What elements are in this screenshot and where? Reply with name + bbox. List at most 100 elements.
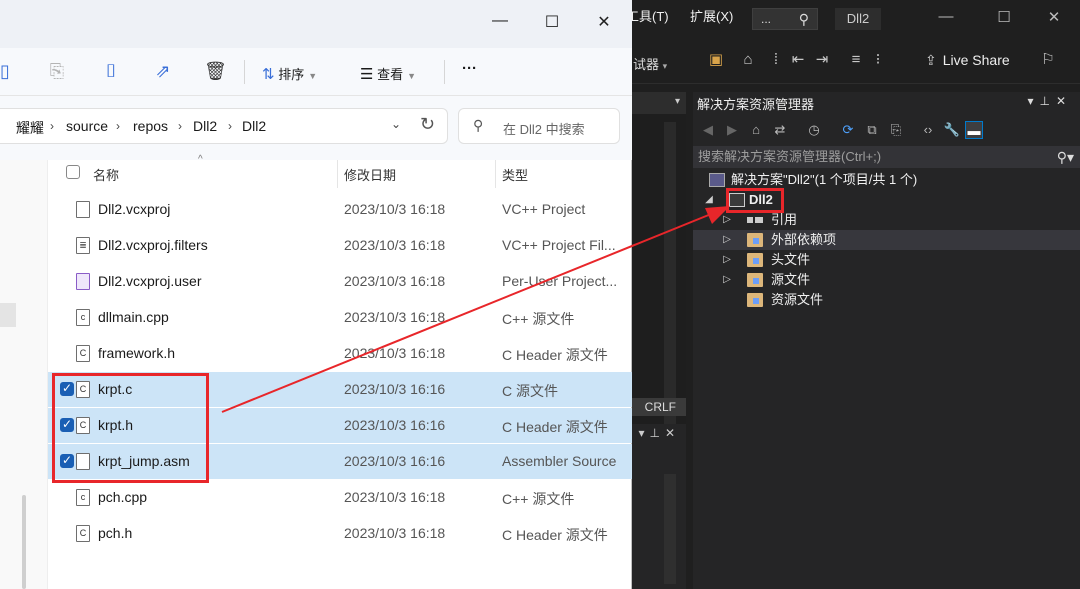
file-row[interactable]: Dll2.vcxproj.user 2023/10/3 16:18 Per-User…: [48, 264, 632, 299]
file-row[interactable]: c pch.cpp 2023/10/3 16:18 C++ 源文件: [48, 480, 632, 515]
explorer-titlebar: — ☐ ✕: [0, 0, 632, 48]
vs-search-box[interactable]: ... ⚲: [752, 8, 818, 30]
breadcrumb-item[interactable]: Dll2: [193, 118, 217, 134]
breadcrumb-item[interactable]: Dll2: [242, 118, 266, 134]
sort-button[interactable]: ⇅ 排序 ▼: [262, 64, 317, 83]
maximize-icon[interactable]: ☐: [994, 8, 1014, 26]
breadcrumb-item[interactable]: repos: [133, 118, 168, 134]
vs-user-icon: [76, 273, 90, 290]
column-divider[interactable]: [337, 160, 338, 188]
file-date: 2023/10/3 16:18: [344, 525, 446, 541]
chevron-right-icon[interactable]: ›: [50, 119, 54, 133]
file-row[interactable]: Cpch.h 2023/10/3 16:18 C Header 源文件: [48, 516, 632, 551]
solution-search-input[interactable]: 搜索解决方案资源管理器(Ctrl+;) ⚲▾: [693, 146, 1080, 168]
cpp-file-icon: c: [76, 309, 90, 326]
collapse-arrow-icon[interactable]: ◢: [703, 190, 715, 210]
open-folder-icon[interactable]: ▣: [706, 50, 726, 70]
nav-scrollbar[interactable]: [22, 495, 26, 589]
column-divider[interactable]: [495, 160, 496, 188]
chevron-down-icon[interactable]: ▾: [675, 96, 680, 107]
address-breadcrumb[interactable]: 耀耀 › source › repos › Dll2 › Dll2 ⌄ ↻: [0, 108, 448, 144]
minimize-icon[interactable]: —: [488, 12, 512, 30]
expand-arrow-icon[interactable]: ▷: [721, 250, 733, 270]
home-icon[interactable]: ⌂: [747, 121, 765, 139]
delete-icon[interactable]: 🗑: [204, 61, 227, 82]
select-all-checkbox[interactable]: [66, 165, 80, 179]
close-icon[interactable]: ✕: [592, 12, 616, 32]
paste-icon[interactable]: ⎘: [46, 61, 68, 82]
file-type: C Header 源文件: [502, 527, 608, 543]
nav-selected-item[interactable]: [0, 303, 16, 327]
file-date: 2023/10/3 16:16: [344, 453, 446, 469]
comment-icon[interactable]: ≡: [846, 50, 866, 70]
chevron-right-icon[interactable]: ›: [178, 119, 182, 133]
line-ending-indicator[interactable]: CRLF: [632, 398, 686, 416]
tree-solution[interactable]: 解决方案"Dll2"(1 个项目/共 1 个): [693, 170, 1080, 190]
solution-explorer: 解决方案资源管理器 ▾⊥✕ ◀ ▶ ⌂ ⇄ ◷ ⟳ ⧉ ⎘ ‹› 🔧 ▬ 搜索解…: [693, 92, 1080, 589]
menu-extensions[interactable]: 扩展(X): [690, 6, 733, 25]
tree-references[interactable]: ▷ 引用: [693, 210, 1080, 230]
panel-scrollbar[interactable]: [664, 474, 676, 584]
debugger-label: 试器: [633, 57, 660, 72]
view-button[interactable]: ☰ 查看 ▼: [360, 64, 416, 83]
file-name: pch.h: [98, 525, 133, 541]
filters-icon: ≣: [76, 237, 90, 254]
browser-icon[interactable]: ⌂: [738, 50, 758, 70]
chevron-down-icon[interactable]: ⌄: [391, 117, 401, 131]
tree-headers[interactable]: ▷ 头文件: [693, 250, 1080, 270]
feedback-icon[interactable]: ⚐: [1038, 50, 1058, 70]
tree-sources[interactable]: ▷ 源文件: [693, 270, 1080, 290]
sync-icon[interactable]: ⟳: [839, 121, 857, 139]
file-row[interactable]: ≣ Dll2.vcxproj.filters 2023/10/3 16:18 VC++…: [48, 228, 632, 263]
step-icon[interactable]: ⁞: [766, 50, 786, 70]
back-icon[interactable]: ◀: [699, 121, 717, 139]
column-date[interactable]: 修改日期: [344, 165, 396, 184]
file-row[interactable]: Dll2.vcxproj 2023/10/3 16:18 VC++ Project: [48, 192, 632, 227]
uncomment-icon[interactable]: ⁝: [868, 50, 888, 70]
breadcrumb-item[interactable]: source: [66, 118, 108, 134]
expand-arrow-icon[interactable]: ▷: [721, 270, 733, 290]
minimize-icon[interactable]: —: [936, 8, 956, 25]
column-type[interactable]: 类型: [502, 165, 528, 184]
folder-search-placeholder: 在 Dll2 中搜索: [503, 122, 585, 137]
view-code-icon[interactable]: ‹›: [919, 121, 937, 139]
rename-icon[interactable]: ⌷: [100, 61, 122, 82]
header-file-icon: C: [76, 525, 90, 542]
solution-icon: [709, 173, 725, 187]
breadcrumb-item[interactable]: 耀耀: [16, 118, 44, 138]
pending-changes-icon[interactable]: ◷: [805, 121, 823, 139]
panel-controls[interactable]: ▾⊥✕: [632, 426, 686, 446]
switch-views-icon[interactable]: ⇄: [771, 121, 789, 139]
panel-pin-controls[interactable]: ▾⊥✕: [1027, 94, 1072, 108]
header-file-icon: C: [76, 345, 90, 362]
file-row[interactable]: c dllmain.cpp 2023/10/3 16:18 C++ 源文件: [48, 300, 632, 335]
column-name[interactable]: 名称: [93, 165, 119, 184]
debugger-target[interactable]: 试器 ▾: [633, 54, 667, 73]
folder-search-input[interactable]: ⚲ 在 Dll2 中搜索: [458, 108, 620, 144]
expand-arrow-icon[interactable]: ▷: [721, 230, 733, 250]
file-type: C Header 源文件: [502, 347, 608, 363]
forward-icon[interactable]: ▶: [723, 121, 741, 139]
live-share-button[interactable]: ⇪ Live Share: [925, 52, 1010, 69]
more-options-button[interactable]: ···: [462, 60, 477, 77]
expand-arrow-icon[interactable]: ▷: [721, 210, 733, 230]
close-icon[interactable]: ✕: [1044, 8, 1064, 26]
show-all-files-icon[interactable]: ⎘: [887, 121, 905, 139]
properties-icon[interactable]: 🔧: [943, 121, 961, 139]
chevron-right-icon[interactable]: ›: [116, 119, 120, 133]
outdent-icon[interactable]: ⇥: [812, 50, 832, 70]
collapse-all-icon[interactable]: ⧉: [863, 121, 881, 139]
share-icon[interactable]: ⇗: [152, 61, 174, 82]
chevron-right-icon[interactable]: ›: [228, 119, 232, 133]
tree-external-deps[interactable]: ▷ 外部依赖项: [693, 230, 1080, 250]
toolbar-divider: [444, 60, 445, 84]
refresh-icon[interactable]: ↻: [420, 114, 435, 135]
tree-resources[interactable]: 资源文件: [693, 290, 1080, 310]
maximize-icon[interactable]: ☐: [540, 12, 564, 32]
indent-icon[interactable]: ⇤: [788, 50, 808, 70]
new-icon[interactable]: ▯: [0, 61, 16, 82]
menu-tools[interactable]: 工具(T): [626, 6, 669, 25]
file-row[interactable]: Cframework.h 2023/10/3 16:18 C Header 源文件: [48, 336, 632, 371]
preview-selected-icon[interactable]: ▬: [965, 121, 983, 139]
search-icon: ⚲: [798, 11, 809, 27]
